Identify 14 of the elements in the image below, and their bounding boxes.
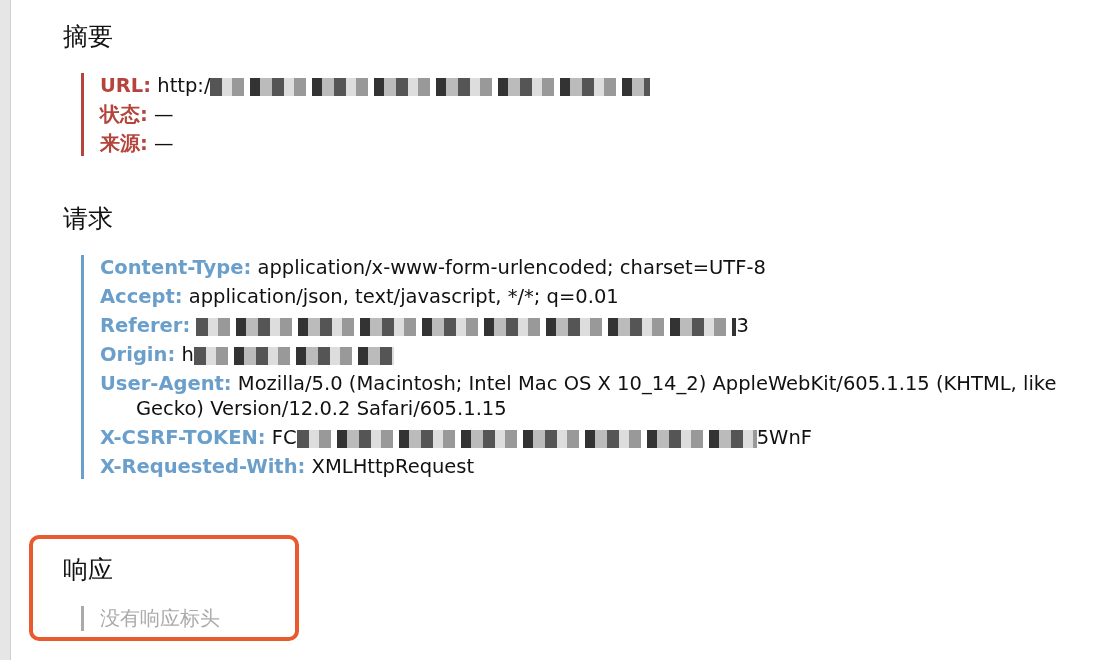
header-line: X-CSRF-TOKEN: FC 5WnF (100, 425, 813, 450)
header-line: Referer: 3 (100, 313, 750, 338)
header-line: X-Requested-With: XMLHttpRequest (100, 454, 476, 479)
header-line: URL: http:/ (100, 73, 1075, 98)
header-line: Accept: application/json, text/javascript, */*; q=0.01 (100, 284, 620, 309)
section-title: 摘要 (63, 21, 113, 53)
header-line: User-Agent: Mozilla/5.0 (Macintosh; Intel Mac OS X 10_14_2) AppleWebKit/605.1.15 (KHTML, like Gecko) Version/12.0.2 Safari/605.1.15 (100, 371, 1058, 421)
header-line: 状态: — (100, 102, 175, 127)
header-line: Content-Type: application/x-www-form-urlencoded; charset=UTF-8 (100, 255, 767, 280)
section-title: 响应 (63, 554, 113, 586)
empty-message: 没有响应标头 (100, 606, 221, 631)
section-title: 请求 (63, 203, 113, 235)
header-line: 来源: — (100, 131, 175, 156)
header-line: Origin: h (100, 342, 1075, 367)
